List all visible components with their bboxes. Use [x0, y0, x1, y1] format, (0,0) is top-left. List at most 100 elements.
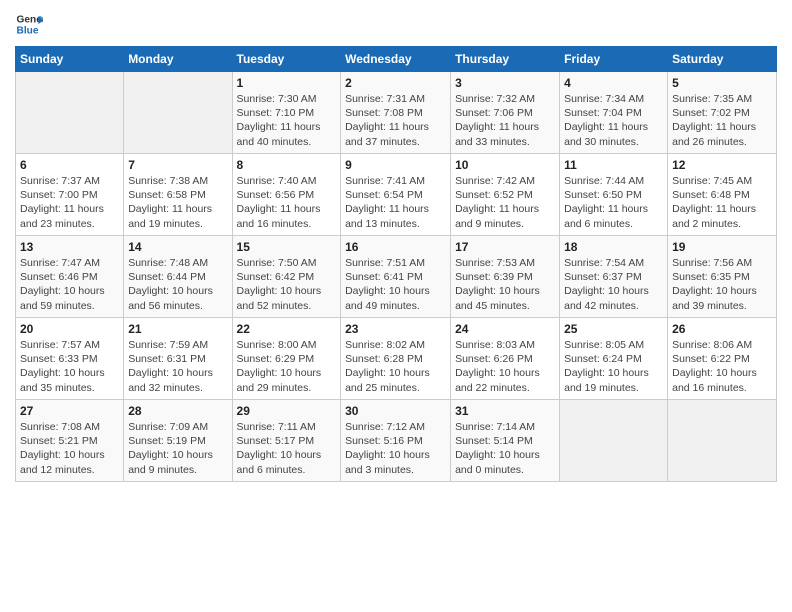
day-number: 24 — [455, 322, 555, 336]
day-number: 11 — [564, 158, 663, 172]
col-header-thursday: Thursday — [451, 47, 560, 72]
day-number: 23 — [345, 322, 446, 336]
day-cell: 27 Sunrise: 7:08 AM Sunset: 5:21 PM Dayli… — [16, 400, 124, 482]
day-cell: 16 Sunrise: 7:51 AM Sunset: 6:41 PM Dayli… — [341, 236, 451, 318]
day-cell: 30 Sunrise: 7:12 AM Sunset: 5:16 PM Dayli… — [341, 400, 451, 482]
calendar-header-row: SundayMondayTuesdayWednesdayThursdayFrid… — [16, 47, 777, 72]
day-info: Sunrise: 7:53 AM Sunset: 6:39 PM Dayligh… — [455, 256, 555, 313]
day-cell: 17 Sunrise: 7:53 AM Sunset: 6:39 PM Dayli… — [451, 236, 560, 318]
day-info: Sunrise: 7:50 AM Sunset: 6:42 PM Dayligh… — [237, 256, 337, 313]
day-info: Sunrise: 7:09 AM Sunset: 5:19 PM Dayligh… — [128, 420, 227, 477]
day-cell: 5Sunrise: 7:35 AM Sunset: 7:02 PM Daylig… — [668, 72, 777, 154]
col-header-friday: Friday — [560, 47, 668, 72]
day-info: Sunrise: 7:38 AM Sunset: 6:58 PM Dayligh… — [128, 174, 227, 231]
day-number: 12 — [672, 158, 772, 172]
day-number: 26 — [672, 322, 772, 336]
day-number: 15 — [237, 240, 337, 254]
col-header-monday: Monday — [124, 47, 232, 72]
day-cell — [560, 400, 668, 482]
day-info: Sunrise: 7:42 AM Sunset: 6:52 PM Dayligh… — [455, 174, 555, 231]
day-cell — [16, 72, 124, 154]
day-cell: 12 Sunrise: 7:45 AM Sunset: 6:48 PM Dayli… — [668, 154, 777, 236]
day-cell: 6Sunrise: 7:37 AM Sunset: 7:00 PM Daylig… — [16, 154, 124, 236]
day-info: Sunrise: 7:14 AM Sunset: 5:14 PM Dayligh… — [455, 420, 555, 477]
day-cell: 14Sunrise: 7:48 AM Sunset: 6:44 PM Dayli… — [124, 236, 232, 318]
day-info: Sunrise: 7:08 AM Sunset: 5:21 PM Dayligh… — [20, 420, 119, 477]
day-cell — [668, 400, 777, 482]
day-info: Sunrise: 7:44 AM Sunset: 6:50 PM Dayligh… — [564, 174, 663, 231]
day-info: Sunrise: 7:57 AM Sunset: 6:33 PM Dayligh… — [20, 338, 119, 395]
day-cell: 21 Sunrise: 7:59 AM Sunset: 6:31 PM Dayli… — [124, 318, 232, 400]
week-row-4: 20 Sunrise: 7:57 AM Sunset: 6:33 PM Dayli… — [16, 318, 777, 400]
day-number: 5 — [672, 76, 772, 90]
day-number: 3 — [455, 76, 555, 90]
day-cell: 31 Sunrise: 7:14 AM Sunset: 5:14 PM Dayli… — [451, 400, 560, 482]
day-number: 21 — [128, 322, 227, 336]
day-number: 20 — [20, 322, 119, 336]
day-number: 17 — [455, 240, 555, 254]
day-info: Sunrise: 7:47 AM Sunset: 6:46 PM Dayligh… — [20, 256, 119, 313]
day-info: Sunrise: 8:02 AM Sunset: 6:28 PM Dayligh… — [345, 338, 446, 395]
col-header-sunday: Sunday — [16, 47, 124, 72]
day-info: Sunrise: 7:40 AM Sunset: 6:56 PM Dayligh… — [237, 174, 337, 231]
day-info: Sunrise: 7:32 AM Sunset: 7:06 PM Dayligh… — [455, 92, 555, 149]
col-header-wednesday: Wednesday — [341, 47, 451, 72]
day-number: 19 — [672, 240, 772, 254]
week-row-1: 1 Sunrise: 7:30 AM Sunset: 7:10 PM Daylig… — [16, 72, 777, 154]
calendar-table: SundayMondayTuesdayWednesdayThursdayFrid… — [15, 46, 777, 482]
svg-text:Blue: Blue — [17, 25, 39, 36]
day-cell: 9 Sunrise: 7:41 AM Sunset: 6:54 PM Daylig… — [341, 154, 451, 236]
day-cell: 29 Sunrise: 7:11 AM Sunset: 5:17 PM Dayli… — [232, 400, 341, 482]
day-info: Sunrise: 7:45 AM Sunset: 6:48 PM Dayligh… — [672, 174, 772, 231]
day-cell: 19Sunrise: 7:56 AM Sunset: 6:35 PM Dayli… — [668, 236, 777, 318]
day-number: 18 — [564, 240, 663, 254]
day-cell: 25 Sunrise: 8:05 AM Sunset: 6:24 PM Dayli… — [560, 318, 668, 400]
day-cell: 22Sunrise: 8:00 AM Sunset: 6:29 PM Dayli… — [232, 318, 341, 400]
day-number: 2 — [345, 76, 446, 90]
day-number: 27 — [20, 404, 119, 418]
day-info: Sunrise: 7:34 AM Sunset: 7:04 PM Dayligh… — [564, 92, 663, 149]
day-number: 13 — [20, 240, 119, 254]
day-info: Sunrise: 8:00 AM Sunset: 6:29 PM Dayligh… — [237, 338, 337, 395]
logo-icon: General Blue — [15, 10, 43, 38]
day-info: Sunrise: 7:11 AM Sunset: 5:17 PM Dayligh… — [237, 420, 337, 477]
day-info: Sunrise: 8:05 AM Sunset: 6:24 PM Dayligh… — [564, 338, 663, 395]
week-row-5: 27 Sunrise: 7:08 AM Sunset: 5:21 PM Dayli… — [16, 400, 777, 482]
day-number: 7 — [128, 158, 227, 172]
day-number: 1 — [237, 76, 337, 90]
day-cell: 18 Sunrise: 7:54 AM Sunset: 6:37 PM Dayli… — [560, 236, 668, 318]
day-info: Sunrise: 8:03 AM Sunset: 6:26 PM Dayligh… — [455, 338, 555, 395]
day-info: Sunrise: 7:59 AM Sunset: 6:31 PM Dayligh… — [128, 338, 227, 395]
day-cell: 8Sunrise: 7:40 AM Sunset: 6:56 PM Daylig… — [232, 154, 341, 236]
day-cell: 20 Sunrise: 7:57 AM Sunset: 6:33 PM Dayli… — [16, 318, 124, 400]
day-number: 10 — [455, 158, 555, 172]
day-info: Sunrise: 7:54 AM Sunset: 6:37 PM Dayligh… — [564, 256, 663, 313]
day-number: 4 — [564, 76, 663, 90]
day-info: Sunrise: 7:41 AM Sunset: 6:54 PM Dayligh… — [345, 174, 446, 231]
day-number: 25 — [564, 322, 663, 336]
day-info: Sunrise: 7:30 AM Sunset: 7:10 PM Dayligh… — [237, 92, 337, 149]
day-cell: 26 Sunrise: 8:06 AM Sunset: 6:22 PM Dayli… — [668, 318, 777, 400]
week-row-3: 13 Sunrise: 7:47 AM Sunset: 6:46 PM Dayli… — [16, 236, 777, 318]
day-number: 16 — [345, 240, 446, 254]
day-number: 6 — [20, 158, 119, 172]
day-cell: 13 Sunrise: 7:47 AM Sunset: 6:46 PM Dayli… — [16, 236, 124, 318]
day-cell: 1 Sunrise: 7:30 AM Sunset: 7:10 PM Daylig… — [232, 72, 341, 154]
day-number: 31 — [455, 404, 555, 418]
day-number: 9 — [345, 158, 446, 172]
day-cell: 7 Sunrise: 7:38 AM Sunset: 6:58 PM Daylig… — [124, 154, 232, 236]
day-info: Sunrise: 8:06 AM Sunset: 6:22 PM Dayligh… — [672, 338, 772, 395]
col-header-tuesday: Tuesday — [232, 47, 341, 72]
col-header-saturday: Saturday — [668, 47, 777, 72]
day-number: 28 — [128, 404, 227, 418]
day-info: Sunrise: 7:51 AM Sunset: 6:41 PM Dayligh… — [345, 256, 446, 313]
calendar-page: General Blue SundayMondayTuesdayWednesda… — [0, 0, 792, 612]
day-cell: 2 Sunrise: 7:31 AM Sunset: 7:08 PM Daylig… — [341, 72, 451, 154]
day-info: Sunrise: 7:12 AM Sunset: 5:16 PM Dayligh… — [345, 420, 446, 477]
day-cell: 28 Sunrise: 7:09 AM Sunset: 5:19 PM Dayli… — [124, 400, 232, 482]
header: General Blue — [15, 10, 777, 38]
day-info: Sunrise: 7:31 AM Sunset: 7:08 PM Dayligh… — [345, 92, 446, 149]
day-cell — [124, 72, 232, 154]
day-number: 30 — [345, 404, 446, 418]
day-number: 29 — [237, 404, 337, 418]
